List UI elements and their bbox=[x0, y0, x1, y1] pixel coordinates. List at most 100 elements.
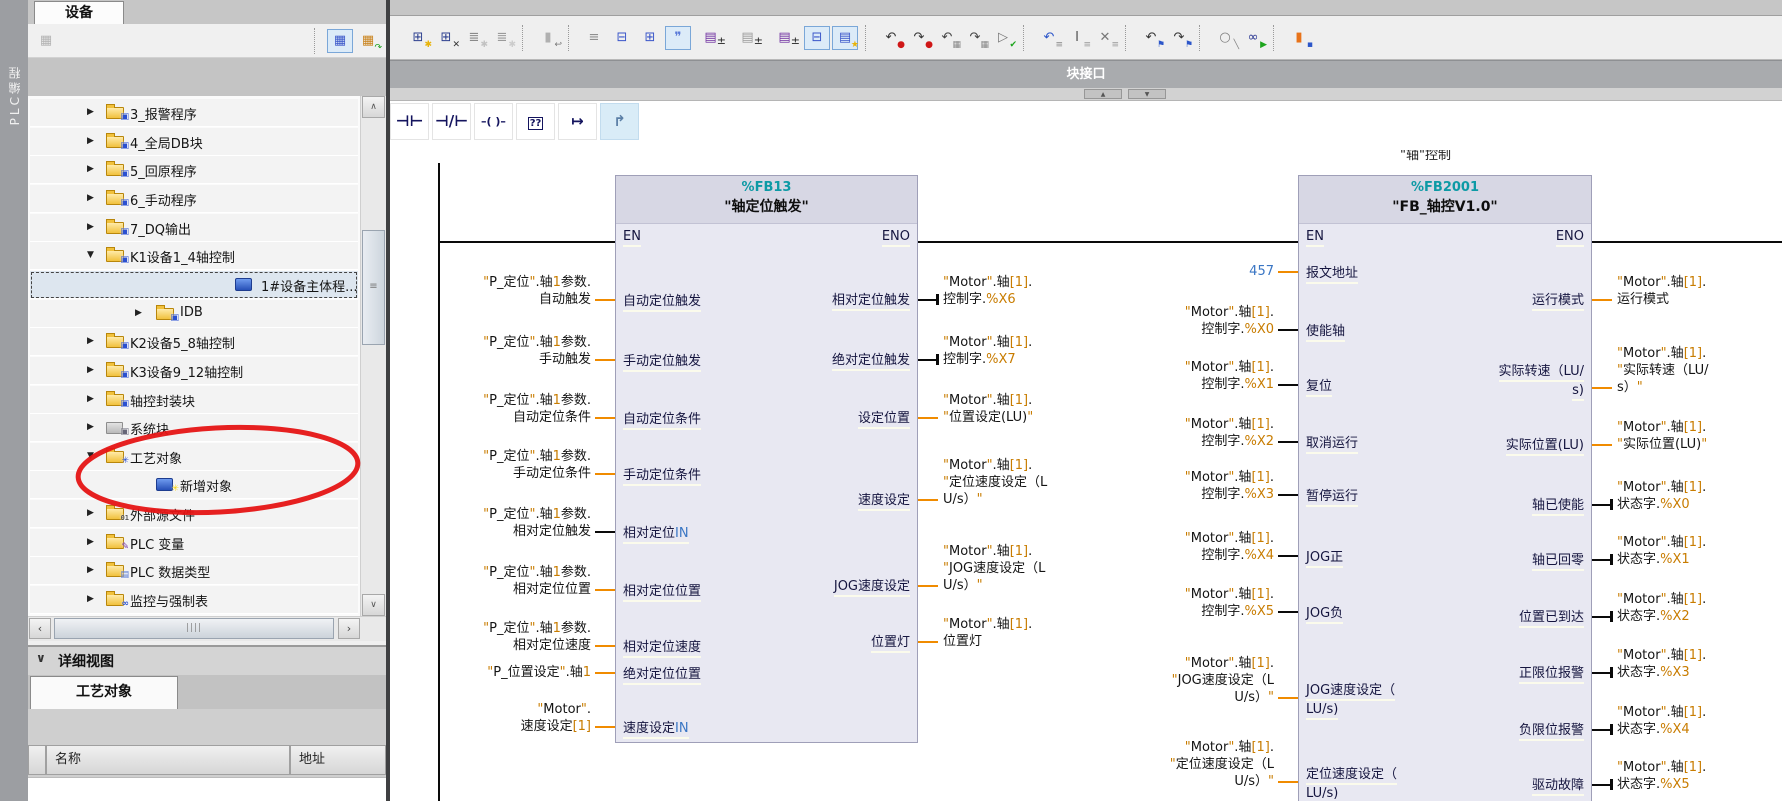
pin-input[interactable]: 自动定位条件 bbox=[623, 411, 701, 430]
operand-label[interactable]: "Motor".轴[1].控制字.%X4 bbox=[1056, 530, 1274, 564]
operand-label[interactable]: "Motor".轴[1]."实际转速（LU/s）" bbox=[1617, 345, 1708, 396]
chevron-expanded-icon[interactable]: ▼ bbox=[87, 250, 94, 260]
operand-label[interactable]: "Motor".轴[1]."实际位置(LU)" bbox=[1617, 419, 1707, 453]
pin-input[interactable]: 复位 bbox=[1306, 378, 1332, 397]
next-error-icon[interactable]: ↷● bbox=[906, 26, 932, 50]
assignment-list-icon[interactable]: I≡ bbox=[1064, 26, 1090, 50]
en-pin[interactable]: EN bbox=[623, 228, 641, 247]
pin-output[interactable]: 实际位置(LU) bbox=[1506, 437, 1584, 456]
interface-collapse-icon[interactable]: ▼ bbox=[1128, 89, 1166, 99]
chevron-collapsed-icon[interactable]: ▶ bbox=[87, 508, 94, 518]
chevron-collapsed-icon[interactable]: ▶ bbox=[87, 394, 94, 404]
operand-label[interactable]: "Motor".轴[1].控制字.%X2 bbox=[1056, 416, 1274, 450]
chevron-collapsed-icon[interactable]: ▶ bbox=[87, 107, 94, 117]
operand-comments-dropdown-icon[interactable]: ▤± bbox=[730, 26, 765, 50]
tree-item[interactable]: ▶▣7_DQ输出 bbox=[30, 214, 358, 242]
tree-item[interactable]: ▶✎PLC 变量 bbox=[30, 529, 358, 557]
fb-block[interactable]: %FB2001"FB_轴控V1.0"ENENO报文地址使能轴复位取消运行暂停运行… bbox=[1298, 175, 1592, 801]
operand-label[interactable]: "P_定位".轴1参数.自动定位条件 bbox=[390, 392, 591, 426]
pin-output[interactable]: 位置已到达 bbox=[1519, 609, 1584, 628]
operand-label[interactable]: "P_定位".轴1参数.手动定位条件 bbox=[390, 448, 591, 482]
pin-input[interactable]: JOG负 bbox=[1306, 605, 1343, 624]
chevron-collapsed-icon[interactable]: ▶ bbox=[87, 336, 94, 346]
tab-tech-objects[interactable]: 工艺对象 bbox=[30, 676, 178, 709]
tree-item[interactable]: ▶▣K3设备9_12轴控制 bbox=[30, 357, 358, 385]
fb-block[interactable]: %FB13"轴定位触发"ENENO自动定位触发手动定位触发自动定位条件手动定位条… bbox=[615, 175, 918, 743]
operand-label[interactable]: "Motor".轴[1].控制字.%X3 bbox=[1056, 469, 1274, 503]
plc-programming-side-tab[interactable]: PLC编程 bbox=[0, 0, 29, 801]
operand-label[interactable]: "P_定位".轴1参数.相对定位触发 bbox=[390, 506, 591, 540]
chevron-collapsed-icon[interactable]: ▶ bbox=[87, 537, 94, 547]
compare-snapshot-icon[interactable]: ↶▦ bbox=[934, 26, 960, 50]
pin-input[interactable]: 使能轴 bbox=[1306, 323, 1345, 342]
tree-item[interactable]: ✳新增对象 bbox=[30, 471, 358, 499]
chevron-collapsed-icon[interactable]: ▶ bbox=[87, 193, 94, 203]
tree-item[interactable]: ▼▣K1设备1_4轴控制 bbox=[30, 242, 358, 270]
operand-label[interactable]: "Motor".轴[1].控制字.%X1 bbox=[1056, 359, 1274, 393]
find-replace-icon[interactable]: ○╲ bbox=[1212, 26, 1238, 50]
pin-output[interactable]: 位置灯 bbox=[871, 634, 910, 653]
know-how-protection-icon[interactable]: ▮▪ bbox=[1286, 26, 1312, 50]
tree-item[interactable]: ▶▣IDB bbox=[30, 300, 358, 328]
pin-input[interactable]: 速度设定IN bbox=[623, 720, 689, 739]
pin-output[interactable]: 相对定位触发 bbox=[832, 292, 910, 311]
pin-output[interactable]: 轴已回零 bbox=[1532, 552, 1584, 571]
pin-output[interactable]: 设定位置 bbox=[858, 410, 910, 429]
pin-input[interactable]: 绝对定位位置 bbox=[623, 666, 701, 685]
previous-bookmark-icon[interactable]: ↶⚑ bbox=[1138, 26, 1164, 50]
tree-item[interactable]: ▶▣轴控封装块 bbox=[30, 386, 358, 414]
nc-contact-tool[interactable]: ⊣/⊢ bbox=[432, 103, 471, 140]
next-bookmark-icon[interactable]: ↷⚑ bbox=[1166, 26, 1192, 50]
apply-snapshot-icon[interactable]: ↷▦ bbox=[962, 26, 988, 50]
block-interface-bar[interactable]: 块接口 bbox=[390, 60, 1782, 88]
insert-row-icon[interactable]: ≣✱ bbox=[461, 26, 487, 50]
eno-pin[interactable]: ENO bbox=[1556, 228, 1584, 247]
open-all-networks-icon[interactable]: ⊞ bbox=[637, 26, 663, 50]
tag-table-dropdown-icon[interactable]: ▤± bbox=[767, 26, 802, 50]
chevron-collapsed-icon[interactable]: ▶ bbox=[87, 422, 94, 432]
operand-label[interactable]: "P_定位".轴1参数.相对定位速度 bbox=[390, 620, 591, 654]
symbol-information-icon[interactable]: ⊟ bbox=[804, 26, 830, 50]
tree-vertical-scrollbar[interactable]: ∧ ≡ ∨ bbox=[360, 96, 386, 616]
pin-output[interactable]: 速度设定 bbox=[858, 492, 910, 511]
tree-item[interactable]: 1#设备主体程... bbox=[30, 271, 358, 299]
pin-output[interactable]: 实际转速（LU/s) bbox=[1499, 363, 1585, 401]
close-branch-tool[interactable]: ↱ bbox=[600, 103, 639, 140]
network-comments-icon[interactable]: ❞ bbox=[665, 26, 691, 50]
delete-network-icon[interactable]: ⊞✕ bbox=[433, 26, 459, 50]
tree-item[interactable]: ▶▣5_回原程序 bbox=[30, 156, 358, 184]
pin-input[interactable]: 相对定位位置 bbox=[623, 583, 701, 602]
empty-box-tool[interactable]: ?? bbox=[516, 103, 555, 140]
tree-item[interactable]: ▶▣K2设备5_8轴控制 bbox=[30, 328, 358, 356]
tree-item[interactable]: ▶▣4_全局DB块 bbox=[30, 128, 358, 156]
tree-item[interactable]: ▶▤PLC 数据类型 bbox=[30, 557, 358, 585]
operand-label[interactable]: "Motor".轴[1]."JOG速度设定（LU/s）" bbox=[943, 543, 1045, 594]
pin-input[interactable]: 手动定位条件 bbox=[623, 467, 701, 486]
operand-label[interactable]: "Motor".轴[1]."JOG速度设定（LU/s）" bbox=[1056, 655, 1274, 706]
operand-label[interactable]: "Motor".轴[1].控制字.%X7 bbox=[943, 334, 1032, 368]
operand-label[interactable]: "Motor".轴[1].位置灯 bbox=[943, 616, 1032, 650]
pin-output[interactable]: 负限位报警 bbox=[1519, 722, 1584, 741]
interface-splitter[interactable]: ▲ ▼ bbox=[390, 88, 1782, 101]
chevron-collapsed-icon[interactable]: ▶ bbox=[87, 222, 94, 232]
operand-label[interactable]: "Motor".轴[1].运行模式 bbox=[1617, 274, 1706, 308]
scroll-left-icon[interactable]: ‹ bbox=[29, 618, 51, 639]
insert-row-after-icon[interactable]: ≣✱ bbox=[489, 26, 515, 50]
chevron-expanded-icon[interactable]: ▼ bbox=[87, 451, 94, 461]
pin-input[interactable]: 取消运行 bbox=[1306, 435, 1358, 454]
no-contact-tool[interactable]: ⊣⊢ bbox=[390, 103, 429, 140]
eno-pin[interactable]: ENO bbox=[882, 228, 910, 247]
data-view-icon[interactable]: ▦ bbox=[327, 29, 353, 53]
column-header-address[interactable]: 地址 bbox=[290, 745, 386, 775]
chevron-collapsed-icon[interactable]: ▶ bbox=[135, 308, 142, 318]
open-branch-tool[interactable]: ↦ bbox=[558, 103, 597, 140]
pin-input[interactable]: 手动定位触发 bbox=[623, 353, 701, 372]
operand-label[interactable]: "Motor".轴[1].状态字.%X2 bbox=[1617, 591, 1706, 625]
operand-label[interactable]: "Motor".轴[1]."定位速度设定（LU/s）" bbox=[943, 457, 1047, 508]
export-module-data-icon[interactable]: ▦↷ bbox=[355, 29, 381, 53]
operand-label[interactable]: "Motor".轴[1].控制字.%X0 bbox=[1056, 304, 1274, 338]
operand-label[interactable]: "Motor".轴[1].状态字.%X0 bbox=[1617, 479, 1706, 513]
scroll-up-icon[interactable]: ∧ bbox=[362, 96, 385, 118]
pin-input[interactable]: 相对定位速度 bbox=[623, 639, 701, 658]
coil-tool[interactable]: –( )– bbox=[474, 103, 513, 140]
